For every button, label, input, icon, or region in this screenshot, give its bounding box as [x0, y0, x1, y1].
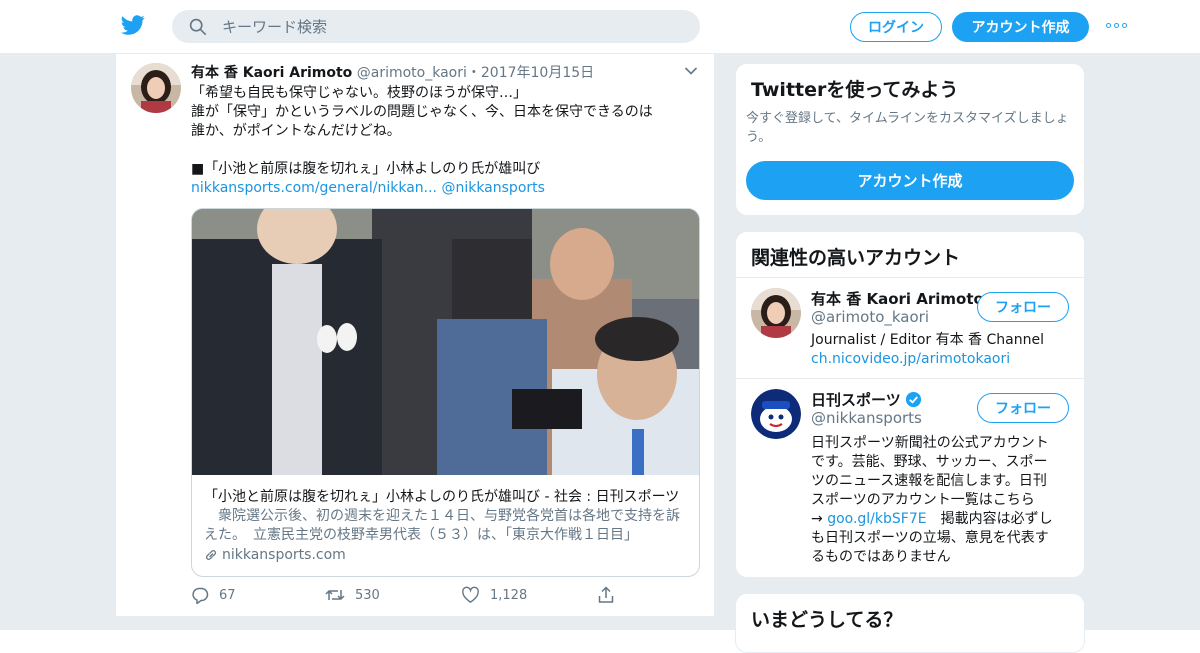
- login-button[interactable]: ログイン: [850, 12, 942, 42]
- share-icon: [598, 586, 614, 603]
- top-navigation-bar: ログイン アカウント作成: [0, 0, 1200, 54]
- like-action[interactable]: 1,128: [461, 586, 527, 604]
- account-bio-line: るものではありません: [811, 549, 951, 565]
- tweet-blank-line: [191, 141, 701, 160]
- account-bio-line: です。芸能、野球、サッカー、スポー: [811, 454, 1048, 470]
- card-title: 「小池と前原は腹を切れぇ」小林よしのり氏が雄叫び - 社会 : 日刊スポーツ: [204, 489, 680, 505]
- tweet-line: 誰か、がポイントなんだけどね。: [191, 123, 401, 139]
- account-bio-arrow: →: [811, 511, 828, 527]
- card-description: 衆院選公示後、初の週末を迎えた１４日、与野党各党首は各地で支持を訴えた。 立憲民…: [204, 508, 680, 543]
- tweet-line: 「希望も自民も保守じゃない。枝野のほうが保守…」: [191, 85, 527, 101]
- search-icon: [189, 18, 207, 36]
- account-bio-line: ツのニュース速報を配信します。日刊: [811, 473, 1047, 489]
- author-handle[interactable]: @arimoto_kaori: [357, 65, 467, 81]
- like-count: 1,128: [490, 587, 528, 603]
- account-bio: 日刊スポーツ新聞社の公式アカウント です。芸能、野球、サッカー、スポー ツのニュ…: [811, 434, 1073, 567]
- account-bio: Journalist / Editor 有本 香 Channel ch.nico…: [811, 331, 1073, 369]
- account-name[interactable]: 日刊スポーツ: [811, 389, 901, 410]
- related-accounts-title: 関連性の高いアカウント: [751, 247, 961, 269]
- mention-link[interactable]: @nikkansports: [441, 180, 544, 196]
- reply-icon: [192, 587, 209, 604]
- card-domain: nikkansports.com: [204, 547, 346, 563]
- related-account-item[interactable]: 有本 香 Kaori Arimoto @arimoto_kaori フォロー J…: [736, 278, 1084, 378]
- tweet-date[interactable]: ・2017年10月15日: [467, 65, 594, 81]
- card-photo: [192, 209, 699, 475]
- tweet-link-line: nikkansports.com/general/nikkan... @nikk…: [191, 179, 701, 198]
- chevron-down-icon[interactable]: [684, 66, 698, 76]
- account-avatar[interactable]: [751, 288, 801, 338]
- account-bio-line: も日刊スポーツの立場、意見を代表す: [811, 530, 1049, 546]
- share-action[interactable]: [597, 586, 615, 604]
- tweet-line: 誰が「保守」かというラベルの問題じゃなく、今、日本を保守できるのは: [191, 104, 653, 120]
- trends-module: いまどうしてる？: [735, 593, 1085, 653]
- more-options-icon[interactable]: [1106, 17, 1132, 33]
- tweet-header: 有本 香 Kaori Arimoto @arimoto_kaori・2017年1…: [191, 62, 594, 82]
- search-box[interactable]: [172, 10, 700, 43]
- account-bio-link-line: → goo.gl/kbSF7E 掲載内容は必ずし: [811, 510, 1073, 529]
- account-bio-line: 日刊スポーツ新聞社の公式アカウント: [811, 435, 1049, 451]
- retweet-action[interactable]: 530: [325, 586, 380, 604]
- retweet-count: 530: [355, 587, 380, 603]
- author-name[interactable]: 有本 香 Kaori Arimoto: [191, 65, 352, 81]
- link-icon: [206, 550, 216, 560]
- tweet-url-link[interactable]: nikkansports.com/general/nikkan...: [191, 180, 437, 196]
- reply-action[interactable]: 67: [191, 586, 236, 604]
- reply-count: 67: [219, 587, 236, 603]
- account-name[interactable]: 有本 香 Kaori Arimoto: [811, 288, 984, 309]
- tweet-actions: 67 530 1,128: [191, 586, 631, 608]
- signup-button[interactable]: アカウント作成: [952, 12, 1089, 42]
- signup-module-title: Twitterを使ってみよう: [751, 79, 959, 101]
- signup-module: Twitterを使ってみよう 今すぐ登録して、タイムラインをカスタマイズしましょ…: [735, 63, 1085, 216]
- twitter-bird-icon[interactable]: [120, 13, 146, 37]
- heart-icon: [462, 586, 479, 603]
- author-avatar[interactable]: [131, 63, 181, 113]
- account-bio-line: 掲載内容は必ずし: [926, 511, 1053, 527]
- tweet-text: 「希望も自民も保守じゃない。枝野のほうが保守…」 誰が「保守」かというラベルの問…: [191, 84, 701, 198]
- signup-module-subtitle: 今すぐ登録して、タイムラインをカスタマイズしましょう。: [746, 111, 1069, 145]
- account-handle[interactable]: @nikkansports: [811, 409, 922, 427]
- account-bio-line: スポーツのアカウント一覧はこちら: [811, 492, 1035, 508]
- follow-button[interactable]: フォロー: [977, 292, 1069, 322]
- trends-title: いまどうしてる？: [751, 609, 903, 631]
- account-name-row[interactable]: 日刊スポーツ: [811, 389, 922, 410]
- related-account-item[interactable]: 日刊スポーツ @nikkansports フォロー 日刊スポーツ新聞社の公式アカ…: [736, 379, 1084, 577]
- signup-module-button[interactable]: アカウント作成: [746, 161, 1074, 200]
- link-preview-card[interactable]: 「小池と前原は腹を切れぇ」小林よしのり氏が雄叫び - 社会 : 日刊スポーツ 衆…: [191, 208, 700, 577]
- follow-button[interactable]: フォロー: [977, 393, 1069, 423]
- related-accounts-module: 関連性の高いアカウント 有本 香 Kaori Arimoto @arimoto_…: [735, 231, 1085, 578]
- account-bio-link[interactable]: goo.gl/kbSF7E: [827, 511, 926, 527]
- account-bio-link[interactable]: ch.nicovideo.jp/arimotokaori: [811, 351, 1010, 367]
- account-bio-text: Journalist / Editor 有本 香 Channel: [811, 332, 1044, 348]
- tweet-permalink: 有本 香 Kaori Arimoto @arimoto_kaori・2017年1…: [115, 54, 716, 630]
- account-handle[interactable]: @arimoto_kaori: [811, 308, 929, 326]
- search-input[interactable]: [222, 10, 682, 43]
- column-bottom-divider: [116, 616, 716, 630]
- tweet-line: ■「小池と前原は腹を切れぇ」小林よしのり氏が雄叫び: [191, 161, 541, 177]
- verified-badge-icon: [905, 391, 921, 408]
- account-avatar[interactable]: [751, 389, 801, 439]
- card-domain-text: nikkansports.com: [222, 547, 346, 563]
- retweet-icon: [325, 590, 345, 600]
